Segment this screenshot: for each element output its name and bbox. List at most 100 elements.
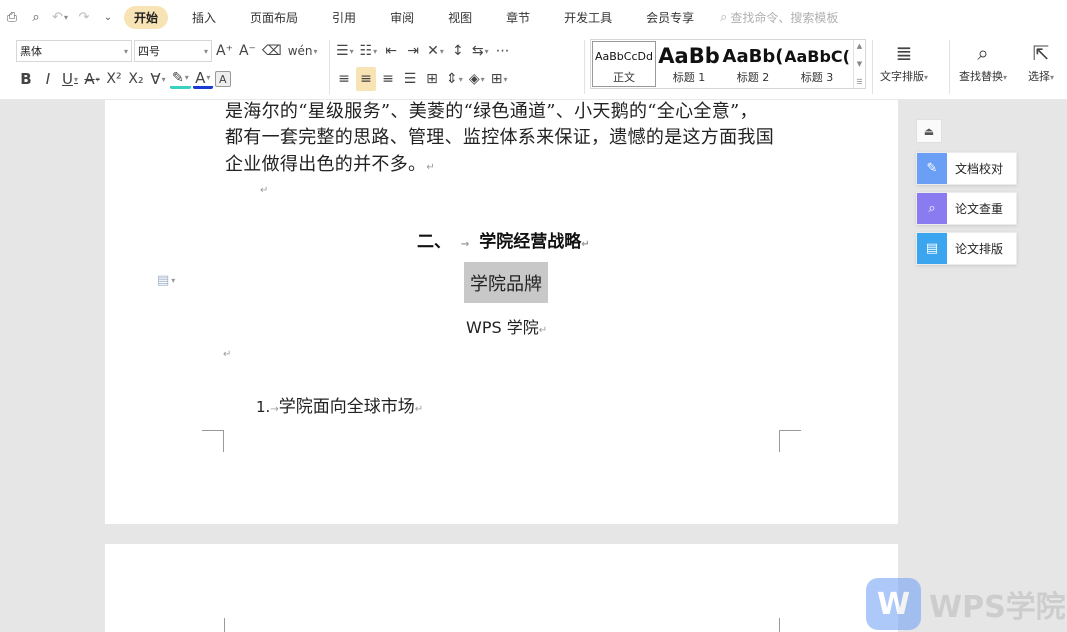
line-spacing-icon[interactable]: ⇕: [444, 67, 465, 91]
select-label: 选择: [1028, 70, 1050, 83]
expand-gallery-icon[interactable]: ☰: [856, 78, 862, 86]
thesis-layout-button[interactable]: ▤ 论文排版: [916, 232, 1017, 265]
strikethrough-icon[interactable]: A: [82, 67, 102, 91]
sort-icon[interactable]: ↕: [448, 39, 468, 63]
text-effect-icon[interactable]: Ɐ: [148, 67, 168, 91]
command-search[interactable]: ⌕ 查找命令、搜索模板: [720, 9, 838, 26]
tab-insert[interactable]: 插入: [182, 6, 226, 29]
list-item[interactable]: 1.→学院面向全球市场↵: [256, 392, 423, 417]
plagiarism-check-button[interactable]: ⌕ 论文查重: [916, 192, 1017, 225]
bold-icon[interactable]: B: [16, 67, 36, 91]
text-layout-button[interactable]: ≣ 文字排版▾: [880, 38, 928, 84]
paragraph-group: ☰ ☷ ⇤ ⇥ ✕ ↕ ⇆ ⋯ ≡ ≡ ≡ ☰ ⊞ ⇕ ◈ ⊞: [334, 38, 513, 92]
wps-academy-watermark: W WPS学院: [866, 578, 1066, 630]
body-text-line[interactable]: 是海尔的“星级服务”、美菱的“绿色通道”、小天鹅的“全心全意”，: [225, 97, 758, 123]
style-heading-3[interactable]: AaBbC( 标题 3: [785, 40, 849, 88]
superscript-icon[interactable]: X²: [104, 67, 124, 91]
align-center-icon[interactable]: ≡: [356, 67, 376, 91]
page-corner-mark: [779, 430, 801, 452]
align-right-icon[interactable]: ≡: [378, 67, 398, 91]
document-page[interactable]: 是海尔的“星级服务”、美菱的“绿色通道”、小天鹅的“全心全意”， 都有一套完整的…: [105, 100, 898, 524]
plagiarism-check-label: 论文查重: [955, 202, 1004, 216]
style-normal[interactable]: AaBbCcDd 正文: [592, 41, 656, 87]
decrease-indent-icon[interactable]: ⇤: [381, 39, 401, 63]
style-preview: AaBbCcDd: [595, 49, 653, 63]
font-color-icon[interactable]: A: [192, 69, 213, 89]
document-page[interactable]: [105, 544, 898, 632]
tab-mark: →: [270, 404, 279, 415]
style-label: 标题 2: [736, 71, 770, 84]
highlight-color-icon[interactable]: ✎: [170, 69, 191, 89]
bullet-list-icon[interactable]: ☰: [334, 39, 356, 63]
customize-toolbar-icon[interactable]: ⌄: [98, 5, 118, 29]
phonetic-guide-icon[interactable]: wén: [286, 39, 320, 63]
proofread-button[interactable]: ✎ 文档校对: [916, 152, 1017, 185]
style-heading-1[interactable]: AaBb 标题 1: [657, 40, 721, 88]
subscript-icon[interactable]: X₂: [126, 67, 146, 91]
show-formatting-icon[interactable]: ⋯: [493, 39, 513, 63]
tab-review[interactable]: 审阅: [380, 6, 424, 29]
body-text-line[interactable]: 都有一套完整的思路、管理、监控体系来保证，遗憾的是这方面我国: [225, 123, 774, 149]
proofread-label: 文档校对: [955, 162, 1004, 176]
select-button[interactable]: ⇱ 选择▾: [1028, 38, 1054, 84]
align-left-icon[interactable]: ≡: [334, 67, 354, 91]
tab-page-layout[interactable]: 页面布局: [240, 6, 308, 29]
tab-developer[interactable]: 开发工具: [554, 6, 622, 29]
section-heading[interactable]: 二、 → 学院经营战略↵: [417, 227, 590, 252]
undo-icon[interactable]: ↶: [50, 5, 70, 29]
list-number: 1.: [256, 398, 271, 416]
find-replace-button[interactable]: ⌕ 查找替换▾: [959, 38, 1007, 84]
home-ribbon: 黑体▾ 四号▾ A⁺ A⁻ ⌫ wén B I U A X² X₂ Ɐ ✎ A …: [0, 34, 1067, 100]
body-text-line[interactable]: WPS 学院↵: [466, 314, 547, 338]
list-text: 学院面向全球市场: [278, 397, 415, 417]
body-text-line[interactable]: 企业做得出色的并不多。↵: [225, 150, 435, 176]
tab-mark: →: [460, 239, 470, 250]
shading-icon[interactable]: ◈: [467, 67, 487, 91]
page-corner-mark: [224, 618, 226, 632]
distributed-align-icon[interactable]: ⊞: [422, 67, 442, 91]
grow-font-icon[interactable]: A⁺: [214, 39, 235, 63]
numbered-list-icon[interactable]: ☷: [358, 39, 380, 63]
selected-text[interactable]: 学院品牌: [464, 262, 548, 303]
scroll-down-icon[interactable]: ▼: [857, 60, 862, 68]
italic-icon[interactable]: I: [38, 67, 58, 91]
styles-scrollbar[interactable]: ▲ ▼ ☰: [853, 40, 865, 88]
paragraph-mark: ↵: [581, 239, 590, 250]
menu-tab-bar: ⎙ ⌕ ↶ ↷ ⌄ 开始 插入 页面布局 引用 审阅 视图 章节 开发工具 会员…: [0, 0, 1067, 34]
tab-references[interactable]: 引用: [322, 6, 366, 29]
borders-icon[interactable]: ⊞: [489, 67, 510, 91]
chinese-layout-icon[interactable]: ✕: [425, 39, 446, 63]
page-corner-mark: [202, 430, 224, 452]
tab-member[interactable]: 会员专享: [636, 6, 704, 29]
font-size-select[interactable]: 四号 ▾: [134, 40, 212, 62]
text-direction-icon[interactable]: ⇆: [470, 39, 491, 63]
paragraph-mark: ↵: [223, 349, 232, 360]
scroll-up-icon[interactable]: ▲: [857, 42, 862, 50]
find-replace-label: 查找替换: [959, 70, 1003, 83]
document-outline-icon[interactable]: ▤ ▾: [157, 273, 175, 288]
font-family-select[interactable]: 黑体 ▾: [16, 40, 132, 62]
increase-indent-icon[interactable]: ⇥: [403, 39, 423, 63]
heading-text: 学院经营战略: [479, 232, 582, 252]
ribbon-divider: [949, 40, 950, 94]
tab-home[interactable]: 开始: [124, 5, 169, 29]
cursor-arrow-icon: ⇱: [1032, 41, 1050, 65]
underline-icon[interactable]: U: [60, 67, 80, 91]
print-preview-icon[interactable]: ⌕: [26, 5, 46, 29]
tab-section[interactable]: 章节: [496, 6, 540, 29]
collapse-sidebar-button[interactable]: ⏏: [916, 119, 942, 143]
text-layout-icon: ≣: [895, 41, 913, 65]
character-shading-icon[interactable]: A: [214, 71, 231, 87]
style-preview: AaBbC(: [785, 46, 849, 66]
style-heading-2[interactable]: AaBb( 标题 2: [721, 40, 785, 88]
wps-logo-icon: W: [866, 578, 921, 630]
tab-view[interactable]: 视图: [438, 6, 482, 29]
clear-format-icon[interactable]: ⌫: [260, 39, 284, 63]
shrink-font-icon[interactable]: A⁻: [237, 39, 258, 63]
justify-icon[interactable]: ☰: [400, 67, 420, 91]
paragraph-mark: ↵: [538, 325, 548, 336]
heading-number: 二、: [417, 232, 451, 252]
font-family-value: 黑体: [20, 45, 42, 58]
redo-icon[interactable]: ↷: [74, 5, 94, 29]
print-icon[interactable]: ⎙: [2, 5, 22, 29]
